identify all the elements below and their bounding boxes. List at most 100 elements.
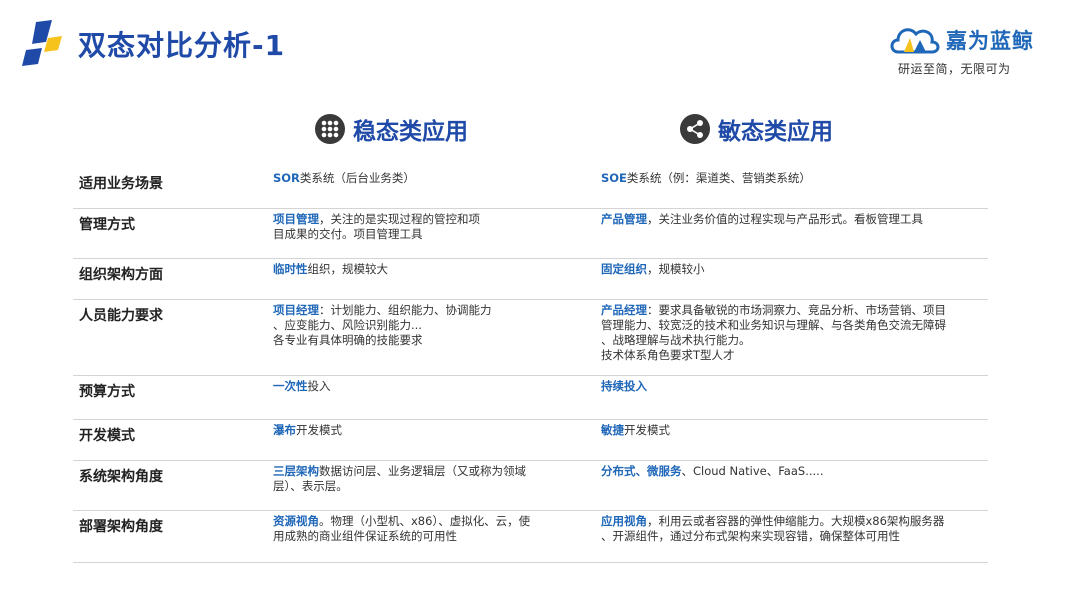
grid-dots-icon [315, 114, 345, 144]
table-row: 组织架构方面 临时性组织，规模较大 固定组织，规模较小 [73, 258, 988, 300]
cell-line: 、开源组件，通过分布式架构来实现容错，确保整体可用性 [601, 529, 981, 544]
table-row: 预算方式 一次性投入 持续投入 [73, 375, 988, 420]
cell-text: 类系统（后台业务类） [299, 171, 415, 185]
column-header-stable: 稳态类应用 [315, 112, 468, 146]
row-label: 管理方式 [79, 217, 135, 233]
cell-text: ：要求具备敏锐的市场洞察力、竞品分析、市场营销、项目 [647, 303, 946, 317]
cell-text: ，利用云或者容器的弹性伸缩能力。大规模x86架构服务器 [647, 514, 945, 528]
agile-cell: 敏捷开发模式 [601, 423, 981, 438]
cell-line: 项目管理，关注的是实现过程的管控和项 [273, 212, 563, 227]
cell-line: 、应变能力、风险识别能力... [273, 318, 563, 333]
row-label: 开发模式 [79, 428, 135, 444]
table-row: 人员能力要求 项目经理：计划能力、组织能力、协调能力 、应变能力、风险识别能力...… [73, 299, 988, 376]
stable-cell: 资源视角。物理（小型机、x86）、虚拟化、云，使 用成熟的商业组件保证系统的可用性 [273, 514, 563, 544]
cell-text: 层）、表示层。 [273, 479, 348, 493]
cell-text: 各专业有具体明确的技能要求 [273, 333, 423, 347]
stable-cell: 一次性投入 [273, 379, 563, 394]
stable-cell: 项目管理，关注的是实现过程的管控和项 目成果的交付。项目管理工具 [273, 212, 563, 242]
cell-line: 、战略理解与战术执行能力。 [601, 333, 981, 348]
table-row: 部署架构角度 资源视角。物理（小型机、x86）、虚拟化、云，使 用成熟的商业组件保证… [73, 510, 988, 563]
row-label: 预算方式 [79, 384, 135, 400]
cell-line: 固定组织，规模较小 [601, 262, 981, 277]
brand-name: 嘉为蓝鲸 [946, 29, 1034, 53]
keyword-text: 临时性 [273, 262, 308, 276]
keyword-text: 持续投入 [601, 379, 647, 393]
cell-line: 分布式、微服务、Cloud Native、FaaS..... [601, 464, 981, 479]
cell-text: 、战略理解与战术执行能力。 [601, 333, 751, 347]
slogan: 研运至简，无限可为 [898, 62, 1011, 76]
keyword-text: 项目经理 [273, 303, 319, 317]
agile-cell: 产品经理：要求具备敏锐的市场洞察力、竞品分析、市场营销、项目 管理能力、较宽泛的技… [601, 303, 981, 363]
cell-line: 持续投入 [601, 379, 981, 394]
cell-text: 、Cloud Native、FaaS..... [681, 464, 824, 478]
table-row: 系统架构角度 三层架构数据访问层、业务逻辑层（又或称为领域 层）、表示层。 分布式、微… [73, 460, 988, 511]
agile-cell: 产品管理，关注业务价值的过程实现与产品形式。看板管理工具 [601, 212, 981, 227]
row-label: 人员能力要求 [79, 308, 163, 324]
cell-text: 、应变能力、风险识别能力... [273, 318, 422, 332]
keyword-text: 分布式、微服务 [601, 464, 682, 478]
stable-cell: SOR类系统（后台业务类） [273, 171, 563, 186]
keyword-text: 瀑布 [273, 423, 296, 437]
keyword-text: 一次性 [273, 379, 308, 393]
table-row: 管理方式 项目管理，关注的是实现过程的管控和项 目成果的交付。项目管理工具 产品管理，… [73, 208, 988, 259]
cell-text: ：计划能力、组织能力、协调能力 [319, 303, 492, 317]
column-title-agile: 敏态类应用 [718, 119, 833, 145]
share-nodes-icon [680, 114, 710, 144]
table-row: 适用业务场景 SOR类系统（后台业务类） SOE类系统（例：渠道类、营销类系统） [73, 167, 988, 209]
cell-text: 。物理（小型机、x86）、虚拟化、云，使 [319, 514, 531, 528]
agile-cell: 固定组织，规模较小 [601, 262, 981, 277]
column-header-agile: 敏态类应用 [680, 112, 833, 146]
cell-line: 层）、表示层。 [273, 479, 563, 494]
cell-line: 应用视角，利用云或者容器的弹性伸缩能力。大规模x86架构服务器 [601, 514, 981, 529]
keyword-text: 项目管理 [273, 212, 319, 226]
keyword-text: SOR [273, 171, 300, 185]
cell-line: 瀑布开发模式 [273, 423, 563, 438]
cell-text: 组织，规模较大 [307, 262, 389, 276]
cell-line: 技术体系角色要求T型人才 [601, 348, 981, 363]
cell-text: 用成熟的商业组件保证系统的可用性 [273, 529, 457, 543]
stable-cell: 项目经理：计划能力、组织能力、协调能力 、应变能力、风险识别能力... 各专业有具体… [273, 303, 563, 348]
agile-cell: 分布式、微服务、Cloud Native、FaaS..... [601, 464, 981, 479]
stable-cell: 瀑布开发模式 [273, 423, 563, 438]
keyword-text: 产品经理 [601, 303, 647, 317]
cell-text: 开发模式 [624, 423, 670, 437]
cell-line: 目成果的交付。项目管理工具 [273, 227, 563, 242]
cell-line: 产品经理：要求具备敏锐的市场洞察力、竞品分析、市场营销、项目 [601, 303, 981, 318]
cell-text: 类系统（例：渠道类、营销类系统） [626, 171, 811, 185]
keyword-text: 产品管理 [601, 212, 647, 226]
cell-text: ，关注业务价值的过程实现与产品形式。看板管理工具 [647, 212, 923, 226]
cell-line: 三层架构数据访问层、业务逻辑层（又或称为领域 [273, 464, 563, 479]
cell-line: 各专业有具体明确的技能要求 [273, 333, 563, 348]
cell-text: ，关注的是实现过程的管控和项 [319, 212, 480, 226]
row-label: 适用业务场景 [79, 176, 163, 192]
page-title: 双态对比分析-1 [78, 29, 286, 62]
cell-line: 产品管理，关注业务价值的过程实现与产品形式。看板管理工具 [601, 212, 981, 227]
keyword-text: 应用视角 [601, 514, 647, 528]
cell-line: SOE类系统（例：渠道类、营销类系统） [601, 171, 981, 186]
cell-text: 、开源组件，通过分布式架构来实现容错，确保整体可用性 [601, 529, 900, 543]
cell-text: 管理能力、较宽泛的技术和业务知识与理解、与各类角色交流无障碍 [601, 318, 946, 332]
cell-text: 目成果的交付。项目管理工具 [273, 227, 423, 241]
column-title-stable: 稳态类应用 [353, 119, 468, 145]
keyword-text: 固定组织 [601, 262, 647, 276]
agile-cell: 应用视角，利用云或者容器的弹性伸缩能力。大规模x86架构服务器 、开源组件，通过分… [601, 514, 981, 544]
cell-text: ，规模较小 [647, 262, 705, 276]
keyword-text: SOE [601, 171, 627, 185]
cell-line: 临时性组织，规模较大 [273, 262, 563, 277]
table-row: 开发模式 瀑布开发模式 敏捷开发模式 [73, 419, 988, 461]
keyword-text: 资源视角 [273, 514, 319, 528]
keyword-text: 敏捷 [601, 423, 624, 437]
cell-line: 资源视角。物理（小型机、x86）、虚拟化、云，使 [273, 514, 563, 529]
cell-text: 技术体系角色要求T型人才 [601, 348, 735, 362]
cell-line: 管理能力、较宽泛的技术和业务知识与理解、与各类角色交流无障碍 [601, 318, 981, 333]
logo-mark-icon [22, 20, 62, 66]
cell-line: SOR类系统（后台业务类） [273, 171, 563, 186]
agile-cell: SOE类系统（例：渠道类、营销类系统） [601, 171, 981, 186]
stable-cell: 三层架构数据访问层、业务逻辑层（又或称为领域 层）、表示层。 [273, 464, 563, 494]
stable-cell: 临时性组织，规模较大 [273, 262, 563, 277]
row-label: 部署架构角度 [79, 519, 163, 535]
agile-cell: 持续投入 [601, 379, 981, 394]
cell-text: 投入 [307, 379, 331, 393]
cell-line: 敏捷开发模式 [601, 423, 981, 438]
keyword-text: 三层架构 [273, 464, 319, 478]
